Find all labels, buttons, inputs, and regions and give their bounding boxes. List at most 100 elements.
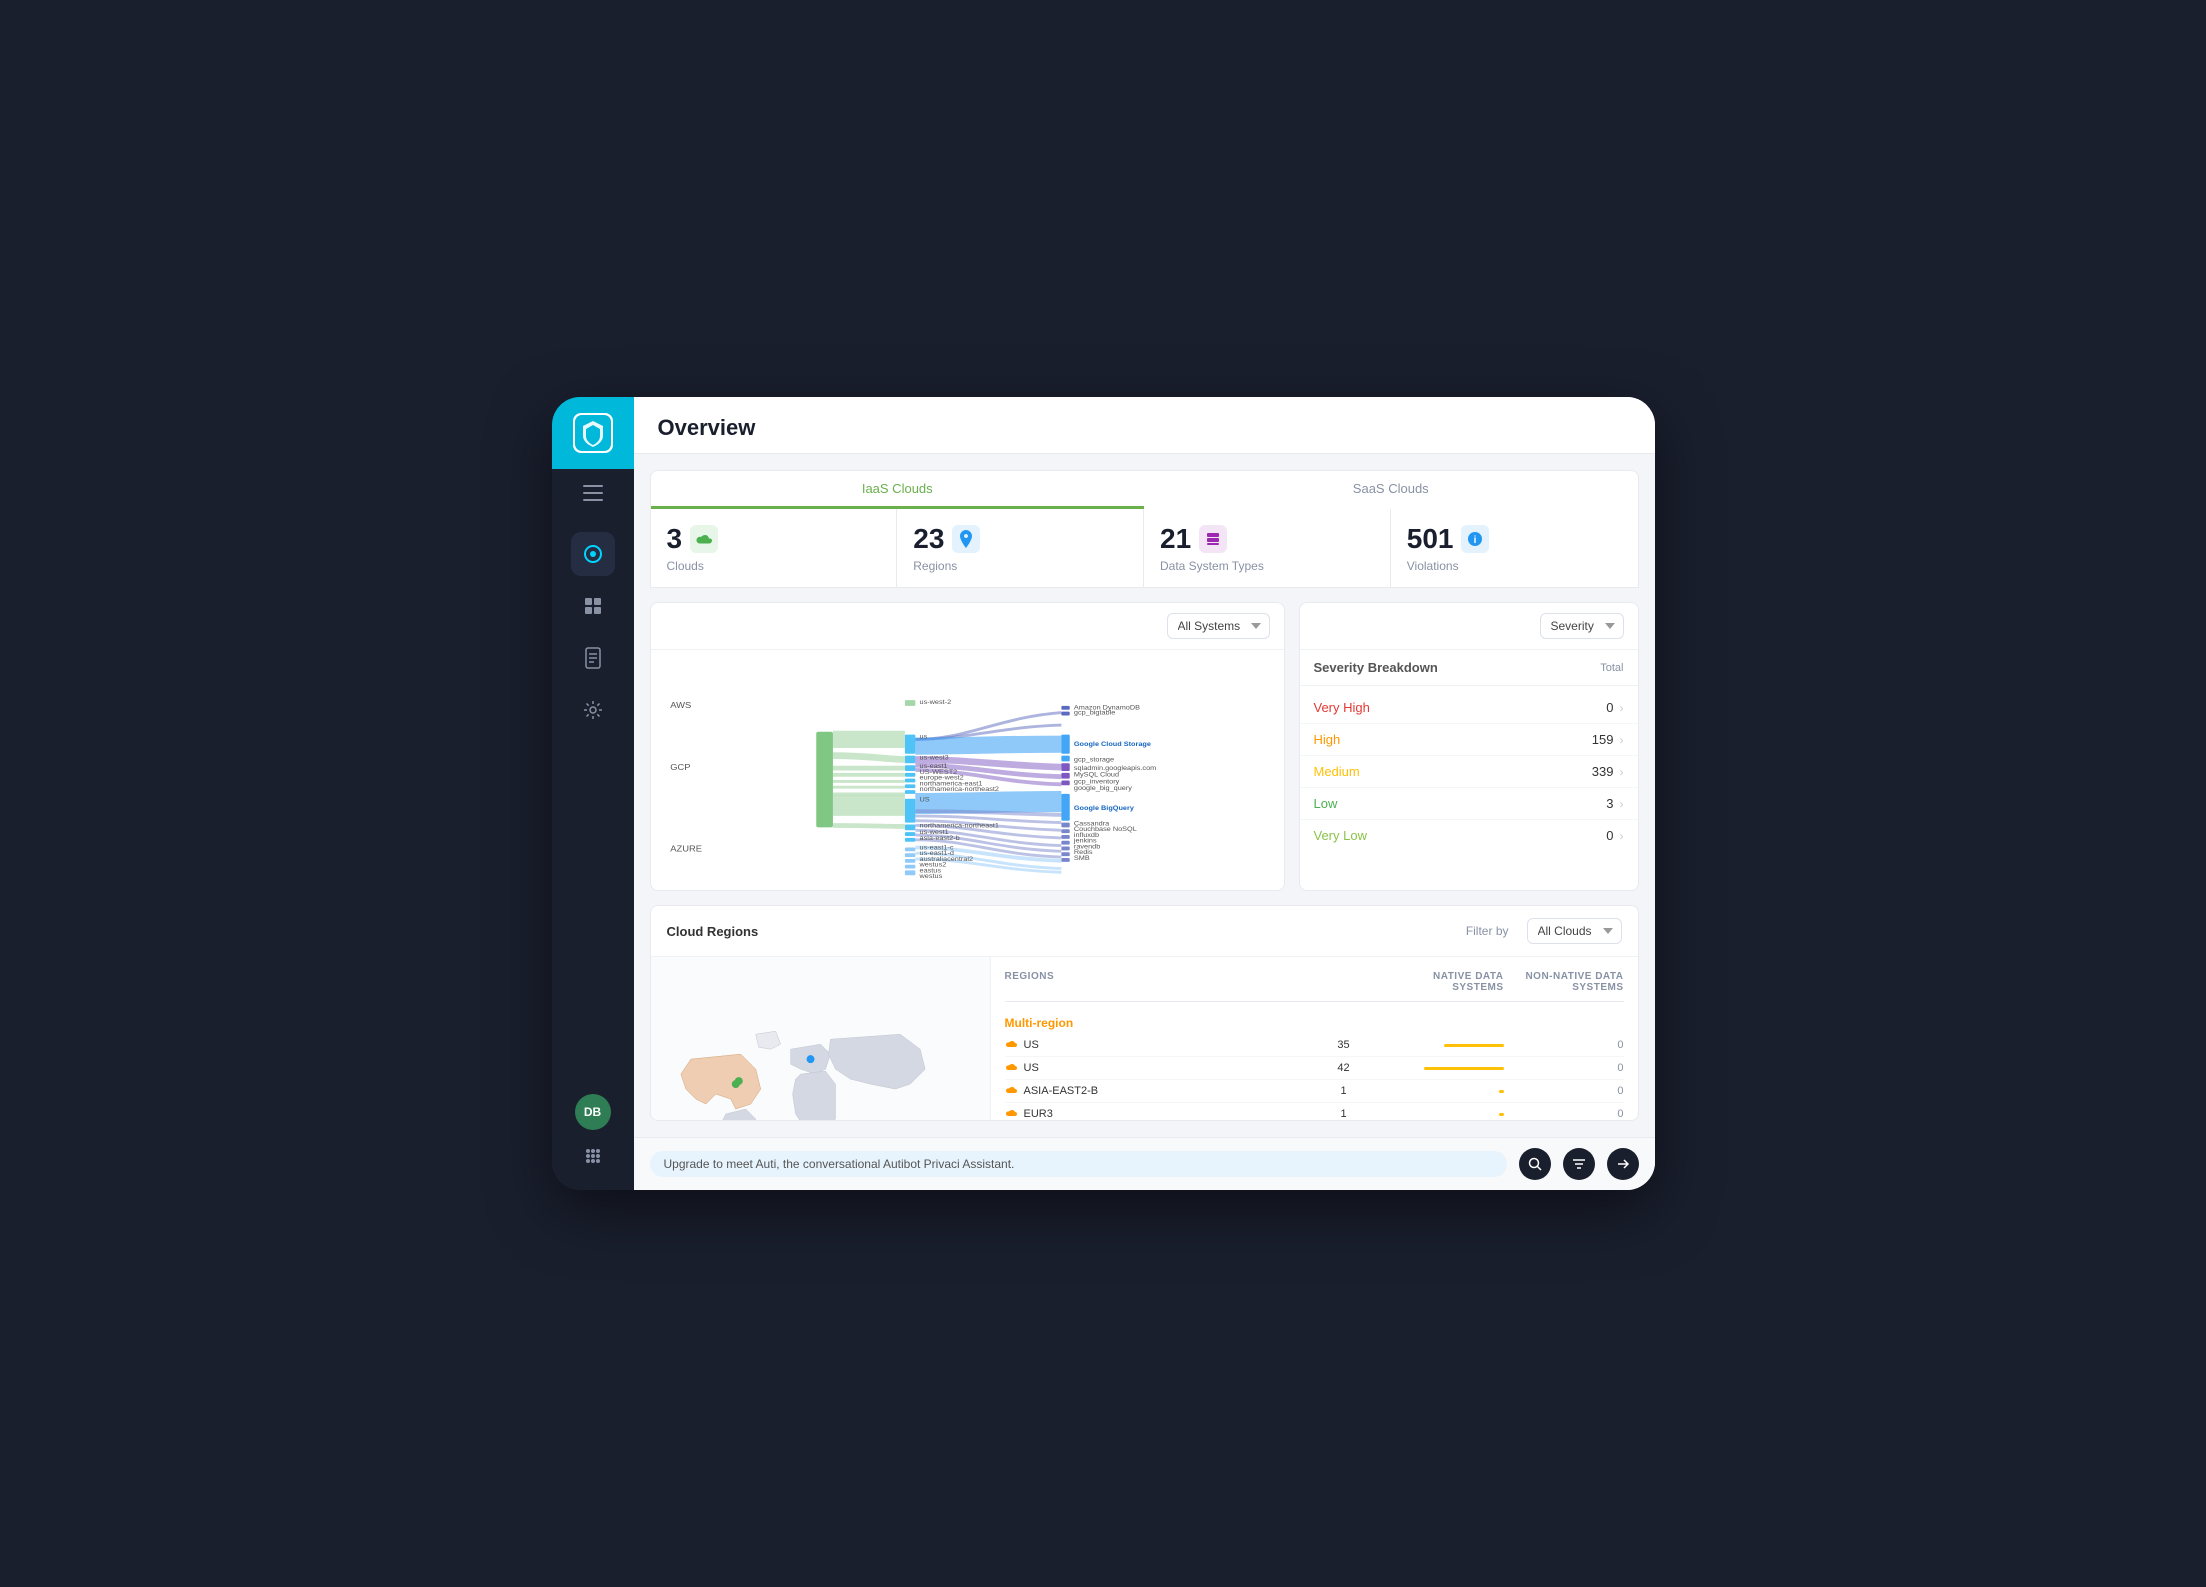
severity-count-very-low: 0 [1404,828,1614,843]
severity-row-medium[interactable]: Medium 339 › [1300,756,1638,788]
chevron-right-icon: › [1620,733,1624,747]
region-count: 42 [1304,1062,1384,1074]
col-regions: Regions [1005,971,1304,993]
sidebar: DB [552,397,634,1190]
native-bar-cell [1384,1044,1504,1047]
severity-row-low[interactable]: Low 3 › [1300,788,1638,820]
sidebar-nav [571,522,615,1094]
region-name: ASIA-EAST2-B [1005,1085,1304,1097]
severity-name-very-low: Very Low [1314,828,1404,843]
severity-name-low: Low [1314,796,1404,811]
main-content: Overview IaaS Clouds SaaS Clouds 3 [634,397,1655,1190]
region-count: 1 [1304,1085,1384,1097]
svg-text:i: i [1474,535,1477,546]
stat-data-number: 21 [1160,523,1374,555]
filter-button[interactable] [1563,1148,1595,1180]
regions-table-header: Regions Native Data Systems Non-Native D… [1005,967,1624,1002]
app-logo [552,397,634,469]
world-map [661,967,980,1121]
panels-row: All Systems AWS GCP AZURE [650,602,1639,891]
severity-count-high: 159 [1404,732,1614,747]
non-native-count: 0 [1504,1085,1624,1097]
tabs-bar: IaaS Clouds SaaS Clouds [650,470,1639,509]
svg-text:sqladmin.googleapis.com: sqladmin.googleapis.com [1073,765,1156,772]
bottom-bar: Upgrade to meet Auti, the conversational… [634,1137,1655,1190]
stat-regions-number: 23 [913,523,1127,555]
severity-select[interactable]: Severity [1540,613,1624,639]
sidebar-item-dashboard[interactable] [571,584,615,628]
sidebar-item-reports[interactable] [571,636,615,680]
sidebar-item-overview[interactable] [571,532,615,576]
apps-icon[interactable] [575,1138,611,1174]
chevron-right-icon: › [1620,829,1624,843]
table-row: ASIA-EAST2-B 1 0 [1005,1080,1624,1103]
regions-header: Cloud Regions Filter by All Clouds [651,906,1638,957]
bottom-actions [1519,1148,1639,1180]
sankey-panel: All Systems AWS GCP AZURE [650,602,1285,891]
col-native: Native Data Systems [1384,971,1504,993]
severity-row-very-high[interactable]: Very High 0 › [1300,692,1638,724]
severity-row-very-low[interactable]: Very Low 0 › [1300,820,1638,851]
native-bar [1444,1044,1504,1047]
severity-toolbar: Severity [1300,603,1638,650]
svg-text:SMB: SMB [1073,855,1089,862]
page-header: Overview [634,397,1655,454]
sidebar-item-settings[interactable] [571,688,615,732]
stat-regions-label: Regions [913,559,1127,573]
severity-name-medium: Medium [1314,764,1404,779]
sidebar-bottom: DB [575,1094,611,1190]
svg-text:google_big_query: google_big_query [1073,785,1132,792]
stat-clouds-number: 3 [667,523,881,555]
region-group-multi: Multi-region [1005,1008,1624,1034]
severity-count-low: 3 [1404,796,1614,811]
menu-toggle[interactable] [583,485,603,506]
severity-breakdown-title: Severity Breakdown [1314,660,1438,675]
stat-clouds-label: Clouds [667,559,881,573]
severity-row-high[interactable]: High 159 › [1300,724,1638,756]
svg-text:us-west3: us-west3 [919,755,948,762]
stat-violations-number: 501 i [1407,523,1622,555]
region-name: US [1005,1039,1304,1051]
svg-text:AZURE: AZURE [670,844,702,854]
map-area: GCP Azure AWS [651,957,991,1121]
non-native-count: 0 [1504,1062,1624,1074]
tab-iaas[interactable]: IaaS Clouds [651,471,1145,509]
regions-section: Cloud Regions Filter by All Clouds [650,905,1639,1121]
table-row: EUR3 1 0 [1005,1103,1624,1121]
user-avatar[interactable]: DB [575,1094,611,1130]
col-count [1304,971,1384,993]
severity-panel: Severity Severity Breakdown Total Very H… [1299,602,1639,891]
stat-data-systems: 21 Data System Types [1144,509,1391,587]
severity-count-very-high: 0 [1404,700,1614,715]
violation-icon: i [1461,525,1489,553]
svg-text:us: us [919,734,927,741]
regions-title: Cloud Regions [667,924,759,939]
svg-text:northamerica-northeast1: northamerica-northeast1 [919,823,999,830]
non-native-count: 0 [1504,1039,1624,1051]
region-count: 35 [1304,1039,1384,1051]
stat-violations: 501 i Violations [1391,509,1638,587]
stat-data-label: Data System Types [1160,559,1374,573]
iaas-section: IaaS Clouds SaaS Clouds 3 [650,470,1639,588]
col-non-native: Non-Native Data Systems [1504,971,1624,993]
cloud-filter-select[interactable]: All Clouds [1527,918,1622,944]
search-button[interactable] [1519,1148,1551,1180]
svg-text:westus: westus [918,873,942,880]
severity-name-high: High [1314,732,1404,747]
all-systems-select[interactable]: All Systems [1167,613,1270,639]
regions-table: Regions Native Data Systems Non-Native D… [991,957,1638,1121]
filter-label: Filter by [1466,924,1509,938]
svg-text:gcp_inventory: gcp_inventory [1073,779,1119,786]
chevron-right-icon: › [1620,701,1624,715]
table-row: US 42 0 [1005,1057,1624,1080]
svg-text:US: US [919,797,929,804]
tab-saas[interactable]: SaaS Clouds [1144,471,1638,509]
sankey-area: AWS GCP AZURE [651,650,1284,890]
native-bar-cell [1384,1067,1504,1070]
regions-body: GCP Azure AWS [651,957,1638,1121]
forward-button[interactable] [1607,1148,1639,1180]
content-area: IaaS Clouds SaaS Clouds 3 [634,454,1655,1137]
svg-text:asia-east2-b: asia-east2-b [919,835,959,842]
data-icon [1199,525,1227,553]
chevron-right-icon: › [1620,765,1624,779]
